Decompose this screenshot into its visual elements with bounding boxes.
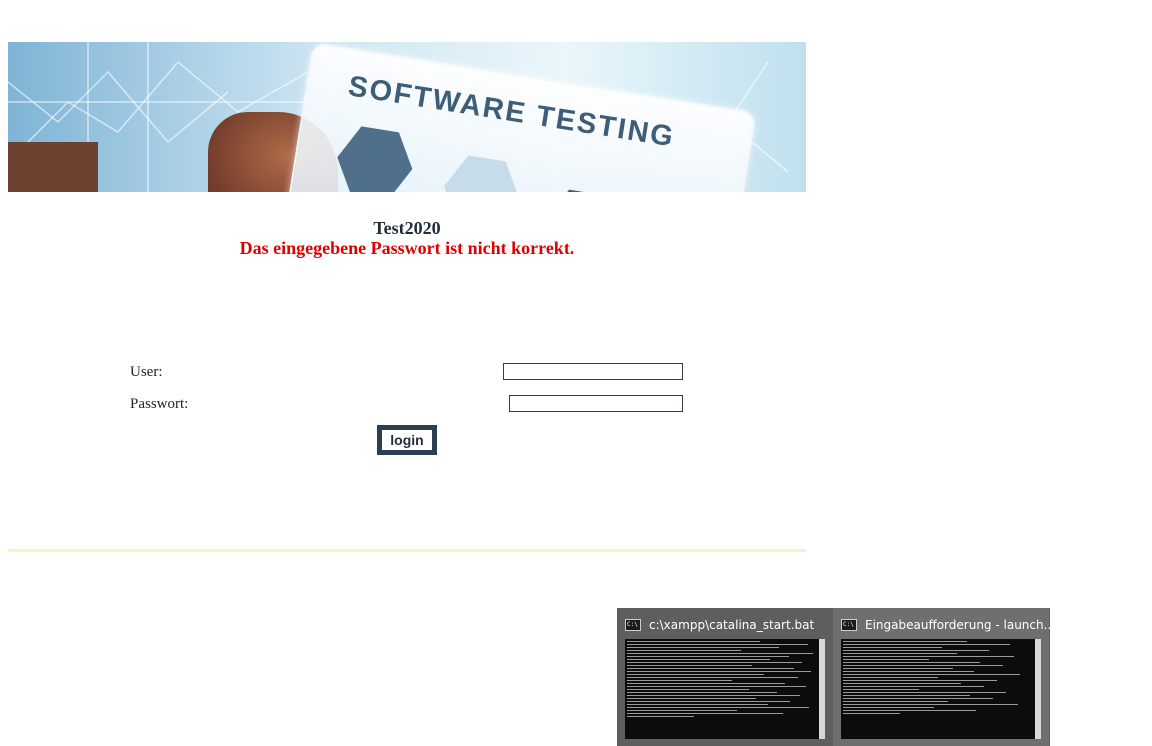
magnifier-hex-icon: [331, 120, 418, 192]
login-button[interactable]: login: [377, 425, 437, 455]
preview-title: c:\xampp\catalina_start.bat: [649, 618, 815, 632]
monitor-hex-icon: [539, 183, 626, 192]
preview-title-row: C:\ Eingabeaufforderung - launch....: [841, 616, 1059, 634]
taskbar-preview-popup: C:\ c:\xampp\catalina_start.bat C:\ Eing…: [617, 608, 1059, 746]
taskbar-preview-catalina[interactable]: C:\ c:\xampp\catalina_start.bat: [617, 608, 833, 746]
software-testing-banner: SOFTWARE TESTING: [8, 42, 806, 192]
console-thumbnail: [841, 639, 1041, 739]
cmd-icon: C:\: [841, 619, 857, 631]
user-input[interactable]: [503, 363, 683, 380]
divider: [8, 549, 806, 552]
console-scrollbar: [819, 639, 825, 739]
page-title: Test2020: [373, 218, 441, 238]
globe-hex-icon: [438, 149, 525, 192]
user-label: User:: [130, 364, 163, 380]
console-scrollbar: [1035, 639, 1041, 739]
password-input[interactable]: [509, 395, 683, 412]
sleeve: [8, 142, 98, 192]
password-label: Passwort:: [130, 396, 189, 412]
preview-title-row: C:\ c:\xampp\catalina_start.bat: [625, 616, 814, 634]
taskbar-preview-eingabeaufforderung[interactable]: C:\ Eingabeaufforderung - launch....: [833, 608, 1059, 746]
page: SOFTWARE TESTING Test2020 Das eingegeben…: [0, 0, 1152, 746]
cmd-icon: C:\: [625, 619, 641, 631]
console-thumbnail: [625, 639, 825, 739]
error-message: Das eingegebene Passwort ist nicht korre…: [239, 238, 575, 258]
preview-title: Eingabeaufforderung - launch....: [865, 618, 1059, 632]
